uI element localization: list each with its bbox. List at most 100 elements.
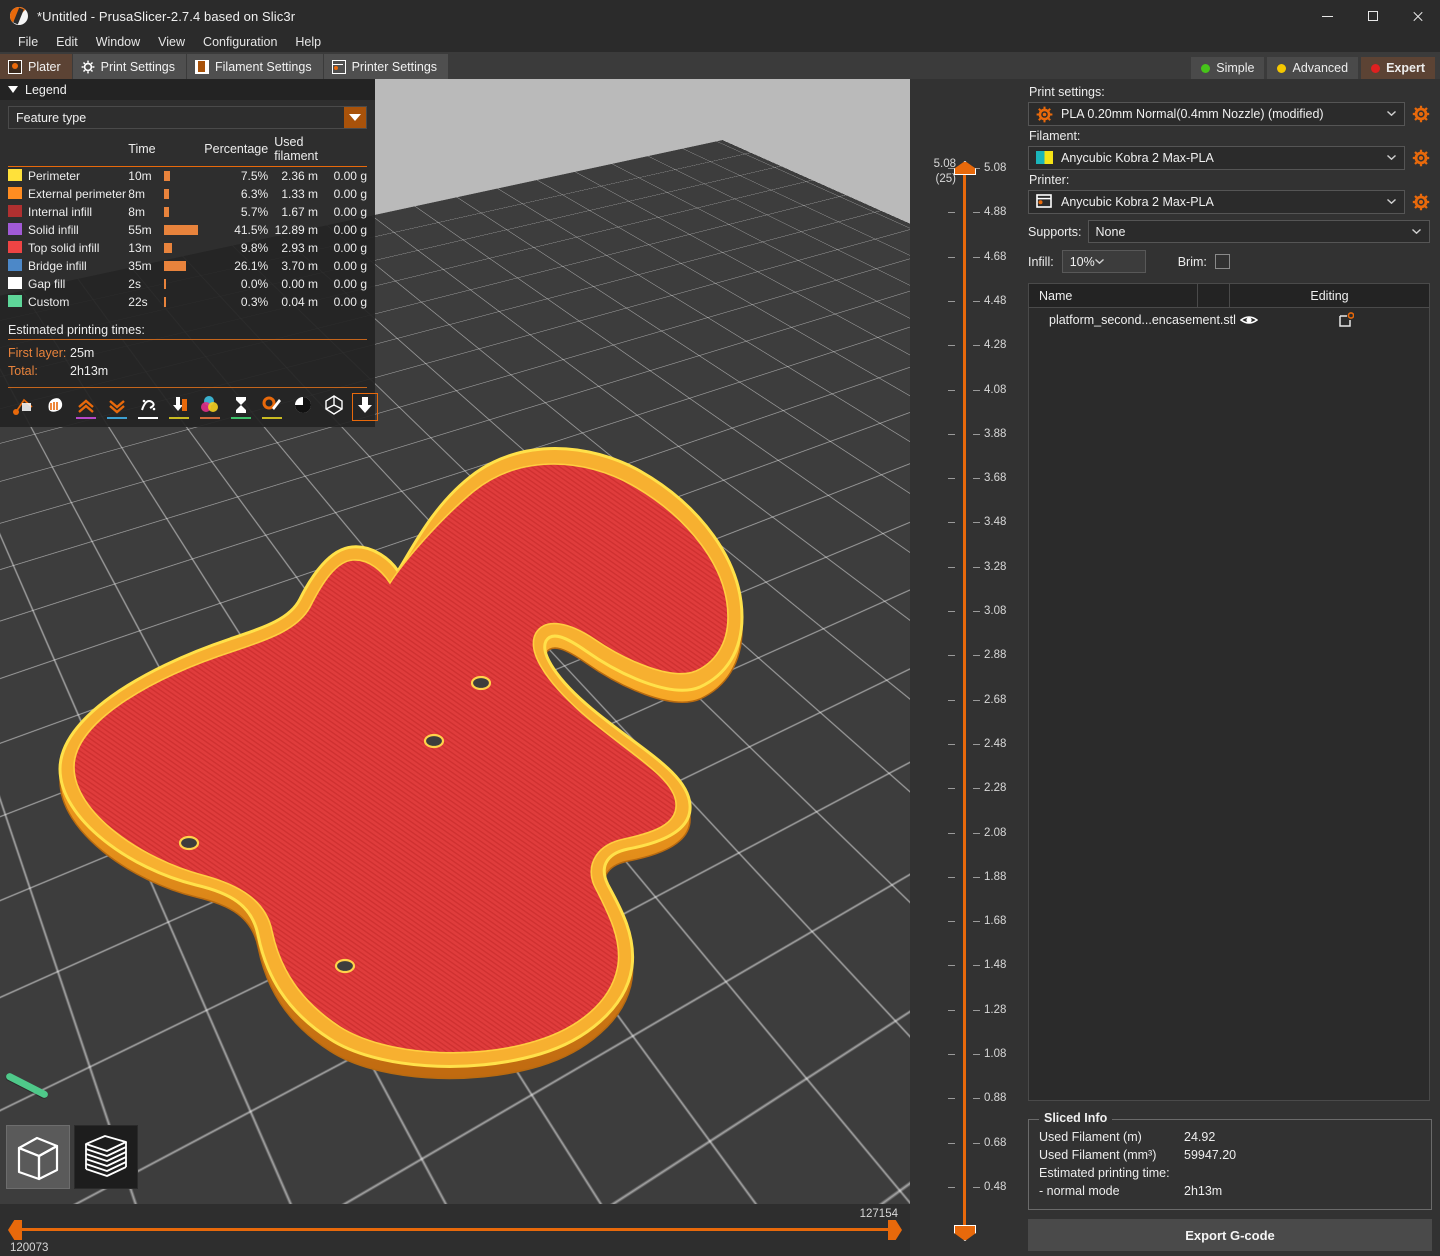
tab-bar: Plater Print Settings Filament Settings … xyxy=(0,52,1440,79)
tick-label: 1.08 xyxy=(984,1048,1006,1060)
mode-expert-button[interactable]: Expert xyxy=(1361,57,1435,79)
mode-advanced-button[interactable]: Advanced xyxy=(1267,57,1358,79)
chevron-down-icon[interactable] xyxy=(1387,155,1396,160)
legend-row[interactable]: Gap fill2s0.0%0.00 m0.00 g xyxy=(8,275,367,293)
menu-view[interactable]: View xyxy=(149,33,194,51)
sliced-info-row: - normal mode 2h13m xyxy=(1039,1182,1421,1200)
tick-mark xyxy=(973,301,980,302)
menu-configuration[interactable]: Configuration xyxy=(194,33,286,51)
eye-icon[interactable] xyxy=(1236,314,1263,326)
estimated-printing-time-label: Estimated printing time: xyxy=(1039,1166,1170,1180)
menu-edit[interactable]: Edit xyxy=(47,33,87,51)
minimize-button[interactable] xyxy=(1305,0,1350,32)
legend-header[interactable]: Legend xyxy=(0,79,375,100)
preview-view-button[interactable] xyxy=(74,1125,138,1189)
tick-mark xyxy=(948,1143,955,1144)
brim-checkbox[interactable] xyxy=(1215,254,1230,269)
feature-name: Internal infill xyxy=(22,203,128,221)
legend-row[interactable]: Internal infill8m5.7%1.67 m0.00 g xyxy=(8,203,367,221)
deretractions-icon[interactable] xyxy=(105,394,129,420)
move-slider[interactable]: 127154 120073 xyxy=(0,1204,910,1256)
seams-icon[interactable] xyxy=(74,394,98,420)
center-of-gravity-icon[interactable] xyxy=(322,394,346,420)
tab-filament-settings[interactable]: Filament Settings xyxy=(187,54,324,79)
feature-color-swatch xyxy=(8,203,22,221)
mode-simple-button[interactable]: Simple xyxy=(1191,57,1264,79)
menu-file[interactable]: File xyxy=(9,33,47,51)
supports-combo[interactable]: None xyxy=(1088,220,1430,243)
retractions-icon[interactable] xyxy=(43,394,67,420)
chevron-down-icon[interactable] xyxy=(1387,199,1396,204)
printer-combo[interactable]: Anycubic Kobra 2 Max-PLA xyxy=(1028,190,1405,214)
export-icon[interactable] xyxy=(1263,312,1429,328)
legend-row[interactable]: Top solid infill13m9.8%2.93 m0.00 g xyxy=(8,239,367,257)
color-changes-icon[interactable] xyxy=(198,394,222,420)
tab-print-settings[interactable]: Print Settings xyxy=(73,54,187,79)
menu-help[interactable]: Help xyxy=(286,33,330,51)
tick-label: 0.68 xyxy=(984,1137,1006,1149)
infill-combo[interactable]: 10% xyxy=(1062,250,1146,273)
travel-paths-icon[interactable] xyxy=(12,394,36,420)
print-settings-combo[interactable]: PLA 0.20mm Normal(0.4mm Nozzle) (modifie… xyxy=(1028,102,1405,126)
tab-plater[interactable]: Plater xyxy=(0,54,73,79)
legend-row[interactable]: External perimeter8m6.3%1.33 m0.00 g xyxy=(8,185,367,203)
tick-mark xyxy=(973,877,980,878)
close-button[interactable] xyxy=(1395,0,1440,32)
col-time: Time xyxy=(128,135,164,167)
feature-time: 10m xyxy=(128,167,164,186)
feature-percentage: 6.3% xyxy=(204,185,274,203)
pause-prints-icon[interactable] xyxy=(229,394,253,420)
tab-printer-settings[interactable]: Printer Settings xyxy=(324,54,449,79)
collapse-chevron-icon[interactable] xyxy=(8,86,18,93)
tick-mark xyxy=(948,212,955,213)
filament-color-swatch-icon xyxy=(1036,150,1053,167)
feature-weight: 0.00 g xyxy=(325,185,367,203)
3d-editor-view-button[interactable] xyxy=(6,1125,70,1189)
col-feature-name xyxy=(22,135,128,167)
printer-value: Anycubic Kobra 2 Max-PLA xyxy=(1061,195,1214,209)
move-slider-right-handle[interactable] xyxy=(888,1220,902,1240)
tick-mark xyxy=(973,700,980,701)
layer-slider-top-label: 5.08 (25) xyxy=(918,157,956,187)
custom-gcode-icon[interactable] xyxy=(260,394,284,420)
move-slider-left-label: 120073 xyxy=(10,1242,48,1254)
tool-changes-icon[interactable] xyxy=(167,394,191,420)
print-settings-edit-gear-icon[interactable] xyxy=(1412,105,1430,123)
first-layer-value: 25m xyxy=(70,346,94,360)
feature-name: Custom xyxy=(22,293,128,311)
feature-bar xyxy=(164,239,204,257)
legend-row[interactable]: Perimeter10m7.5%2.36 m0.00 g xyxy=(8,167,367,186)
table-row[interactable]: platform_second...encasement.stl xyxy=(1029,308,1429,332)
export-gcode-button[interactable]: Export G-code xyxy=(1028,1219,1432,1251)
tick-mark xyxy=(973,478,980,479)
chevron-down-icon[interactable] xyxy=(1095,259,1104,264)
maximize-button[interactable] xyxy=(1350,0,1395,32)
legend-row[interactable]: Custom22s0.3%0.04 m0.00 g xyxy=(8,293,367,311)
feature-color-swatch xyxy=(8,293,22,311)
total-value: 2h13m xyxy=(70,364,108,378)
printer-edit-gear-icon[interactable] xyxy=(1412,193,1430,211)
filament-combo[interactable]: Anycubic Kobra 2 Max-PLA xyxy=(1028,146,1405,170)
chevron-down-icon[interactable] xyxy=(1387,111,1396,116)
legend-row[interactable]: Bridge infill35m26.1%3.70 m0.00 g xyxy=(8,257,367,275)
layer-slider[interactable]: 5.084.884.684.484.284.083.883.683.483.28… xyxy=(910,79,1020,1256)
filament-edit-gear-icon[interactable] xyxy=(1412,149,1430,167)
print-settings-label: Print settings: xyxy=(1029,85,1430,99)
move-slider-track[interactable] xyxy=(14,1228,896,1231)
wipe-icon[interactable] xyxy=(136,394,160,420)
shells-icon[interactable] xyxy=(291,394,315,420)
tab-print-settings-label: Print Settings xyxy=(101,60,175,74)
plater-icon xyxy=(8,60,22,74)
move-slider-left-handle[interactable] xyxy=(8,1220,22,1240)
menu-window[interactable]: Window xyxy=(87,33,149,51)
chevron-down-icon[interactable] xyxy=(1412,229,1421,234)
tick-label: 2.88 xyxy=(984,649,1006,661)
tick-label: 4.88 xyxy=(984,206,1006,218)
legend-toggle-icon[interactable] xyxy=(353,394,377,420)
tick-mark xyxy=(948,345,955,346)
legend-row[interactable]: Solid infill55m41.5%12.89 m0.00 g xyxy=(8,221,367,239)
view-type-select[interactable]: Feature type xyxy=(8,106,367,129)
tick-mark xyxy=(948,390,955,391)
chevron-down-icon[interactable] xyxy=(344,107,366,128)
normal-mode-label: - normal mode xyxy=(1039,1184,1184,1198)
